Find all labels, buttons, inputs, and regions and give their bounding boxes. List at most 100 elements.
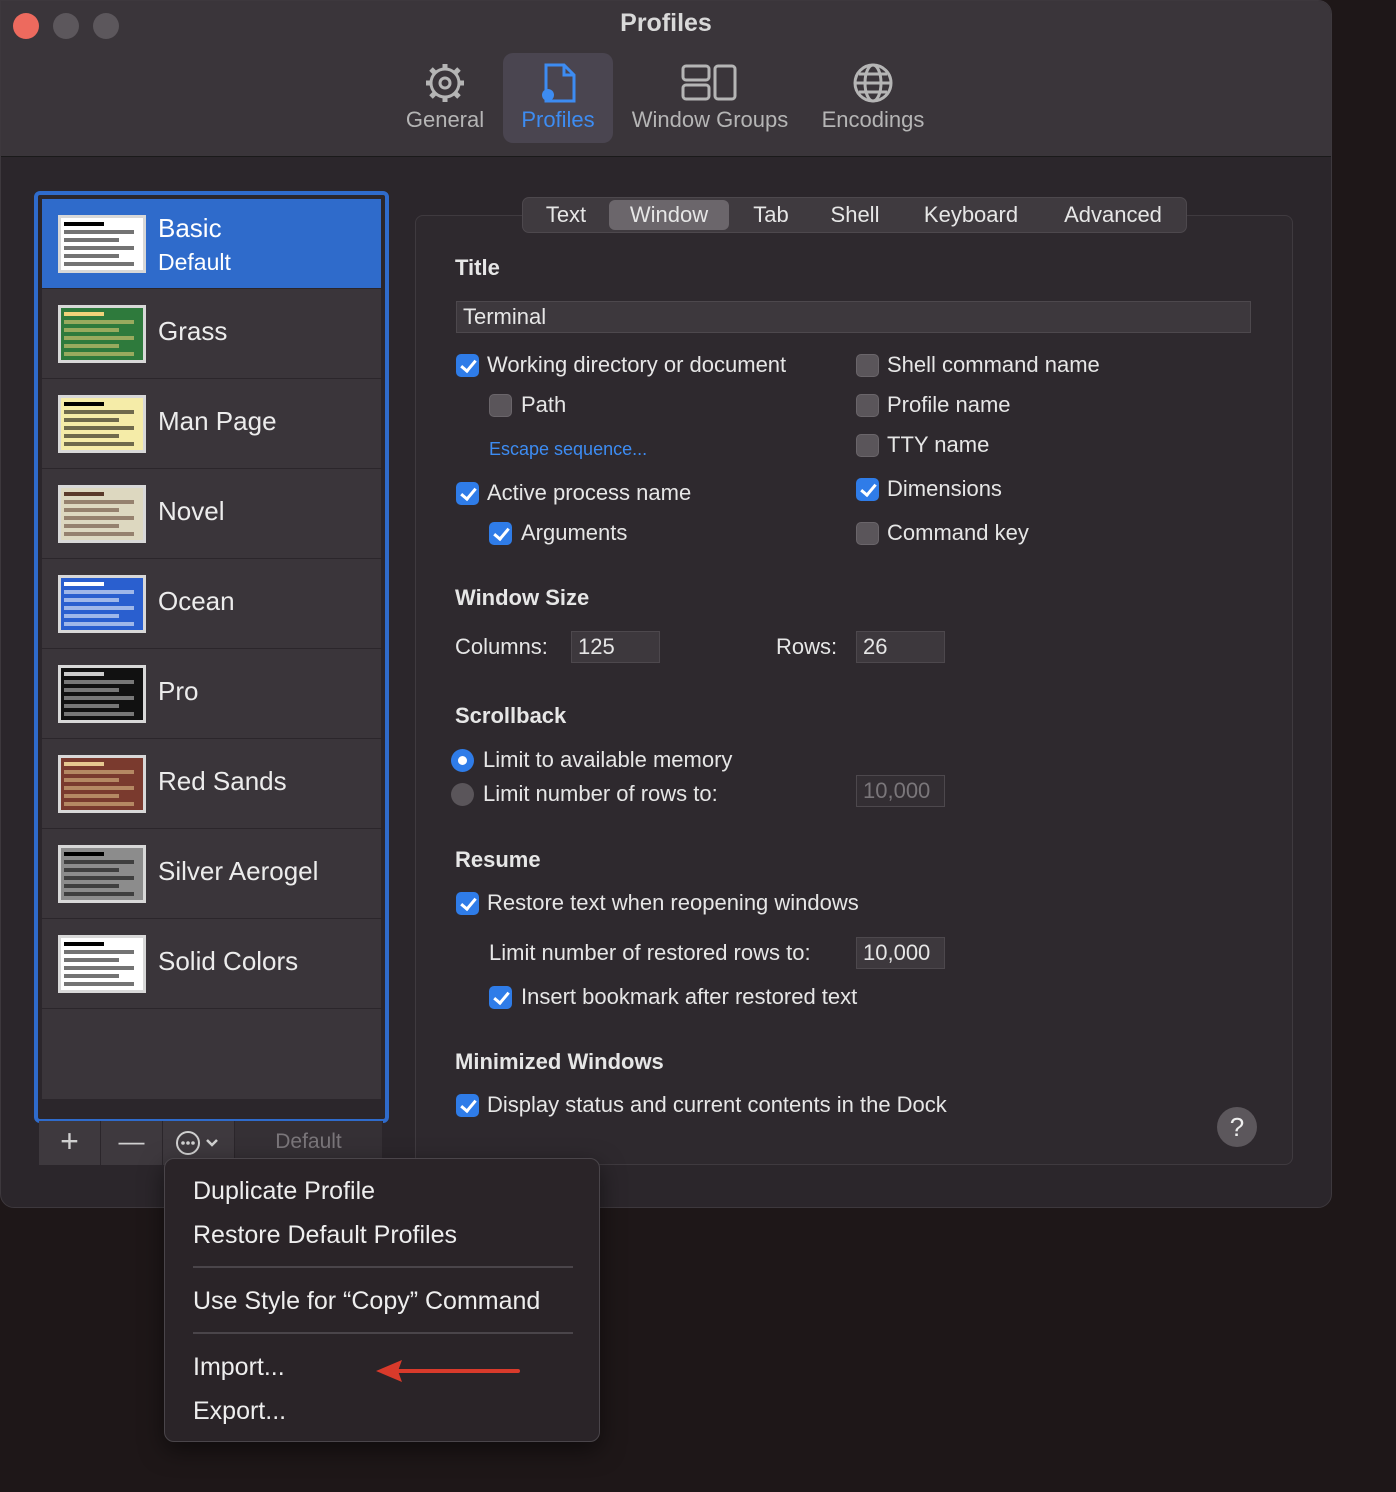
profile-name: Solid Colors [158,946,299,976]
rows-label: Rows: [776,634,838,659]
tab-keyboard[interactable]: Keyboard [901,200,1041,230]
tab-tab[interactable]: Tab [733,200,809,230]
profile-thumbnail [58,215,146,273]
thumbnail-text-line [64,238,119,242]
scrollback-header: Scrollback [455,703,567,728]
tab-advanced[interactable]: Advanced [1045,200,1181,230]
profile-item[interactable]: Pro [42,649,381,739]
toolbar-encodings-button[interactable]: Encodings [813,53,933,143]
thumbnail-text-line [64,532,134,536]
menu-export[interactable]: Export... [193,1397,286,1426]
minimized-header: Minimized Windows [455,1049,664,1074]
restored-rows-field[interactable]: 10,000 [856,937,945,969]
toolbar-encodings-label: Encodings [821,107,925,132]
insert-bookmark-checkbox[interactable] [489,986,512,1009]
tab-window[interactable]: Window [609,200,729,230]
gear-icon [426,64,464,102]
profile-name: Novel [158,496,225,526]
thumbnail-text-line [64,328,119,332]
thumbnail-text-line [64,344,119,348]
thumbnail-text-line [64,336,134,340]
working-directory-label: Working directory or document [487,352,787,377]
profile-item[interactable]: Man Page [42,379,381,469]
restore-text-checkbox[interactable] [456,892,479,915]
menu-duplicate-profile[interactable]: Duplicate Profile [193,1177,375,1206]
thumbnail-text-line [64,712,134,716]
active-process-checkbox[interactable] [456,482,479,505]
thumbnail-text-line [64,982,134,986]
profile-item[interactable]: Red Sands [42,739,381,829]
escape-sequence-link[interactable]: Escape sequence... [489,439,647,460]
thumbnail-text-line [64,966,134,970]
profile-name: Red Sands [158,766,287,796]
thumbnail-text-line [64,590,134,594]
title-header: Title [455,255,500,280]
tab-shell[interactable]: Shell [813,200,897,230]
thumbnail-text-line [64,786,134,790]
profile-thumbnail [58,305,146,363]
profile-item[interactable]: Novel [42,469,381,559]
thumbnail-text-line [64,222,104,226]
profile-name-label: Profile name [887,392,1011,417]
columns-field[interactable]: 125 [571,631,660,663]
thumbnail-text-line [64,262,134,266]
profile-name: Silver Aerogel [158,856,319,886]
menu-separator [193,1332,573,1334]
limit-memory-radio[interactable] [451,749,474,772]
thumbnail-text-line [64,622,134,626]
rows-field[interactable]: 26 [856,631,945,663]
toolbar-window-groups-button[interactable]: Window Groups [623,53,797,143]
path-checkbox[interactable] [489,394,512,417]
tab-text[interactable]: Text [527,200,605,230]
dimensions-checkbox[interactable] [856,478,879,501]
thumbnail-text-line [64,762,104,766]
thumbnail-text-line [64,614,119,618]
ellipsis-circle-chevron-icon [175,1131,218,1155]
profile-item[interactable]: Ocean [42,559,381,649]
thumbnail-text-line [64,230,134,234]
restore-text-label: Restore text when reopening windows [487,890,859,915]
profile-item[interactable]: Grass [42,289,381,379]
menu-use-style-copy[interactable]: Use Style for “Copy” Command [193,1287,540,1316]
tty-name-label: TTY name [887,432,990,457]
profile-item[interactable]: Basic Default [42,199,381,289]
thumbnail-text-line [64,868,119,872]
thumbnail-text-line [64,598,119,602]
arguments-checkbox[interactable] [489,522,512,545]
profile-item[interactable]: Solid Colors [42,919,381,1009]
working-directory-checkbox[interactable] [456,354,479,377]
thumbnail-text-line [64,860,134,864]
display-status-label: Display status and current contents in t… [487,1092,947,1117]
profile-item[interactable]: Silver Aerogel [42,829,381,919]
title-field[interactable]: Terminal [456,301,1251,333]
thumbnail-text-line [64,688,119,692]
shell-command-checkbox[interactable] [856,354,879,377]
toolbar-general-button[interactable]: General [397,53,493,143]
toolbar-profiles-button[interactable]: Profiles [503,53,613,143]
window-groups-icon [681,64,737,101]
command-key-checkbox[interactable] [856,522,879,545]
menu-import[interactable]: Import... [193,1353,285,1382]
remove-profile-button[interactable]: — [101,1121,163,1165]
tty-name-checkbox[interactable] [856,434,879,457]
resume-header: Resume [455,847,541,872]
profile-default-label: Default [158,249,231,275]
thumbnail-text-line [64,312,104,316]
scrollback-rows-field[interactable]: 10,000 [856,775,945,807]
profile-thumbnail [58,485,146,543]
thumbnail-text-line [64,876,134,880]
thumbnail-text-line [64,942,104,946]
menu-restore-default-profiles[interactable]: Restore Default Profiles [193,1221,457,1250]
display-status-checkbox[interactable] [456,1094,479,1117]
add-profile-button[interactable]: + [39,1121,101,1165]
profile-name-checkbox[interactable] [856,394,879,417]
profiles-window: Profiles General Profiles Window Groups … [0,0,1332,1208]
thumbnail-text-line [64,492,104,496]
thumbnail-text-line [64,524,119,528]
help-button[interactable]: ? [1217,1107,1257,1147]
limit-restored-label: Limit number of restored rows to: [489,940,811,965]
profile-thumbnail [58,395,146,453]
settings-tabs: Text Window Tab Shell Keyboard Advanced [522,197,1187,233]
limit-rows-radio[interactable] [451,783,474,806]
thumbnail-text-line [64,696,134,700]
